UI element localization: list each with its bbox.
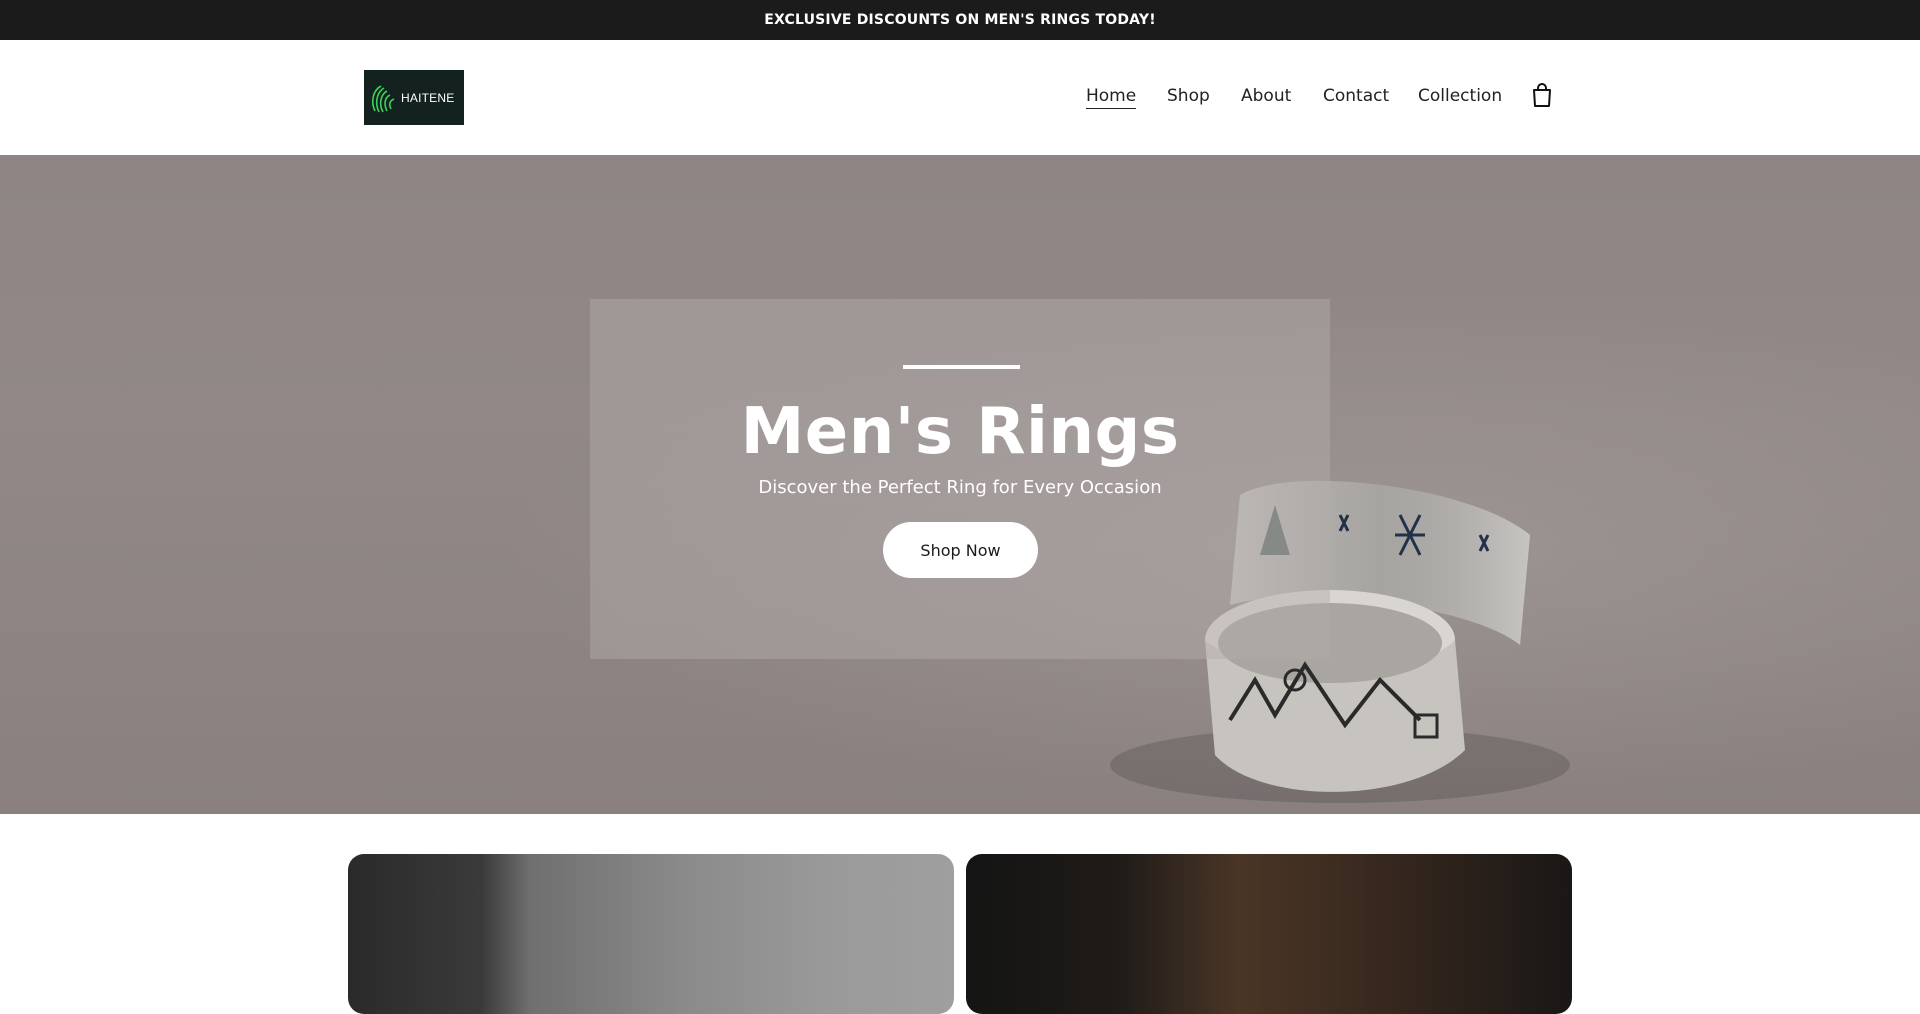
announcement-text: EXCLUSIVE DISCOUNTS ON MEN'S RINGS TODAY…	[764, 12, 1156, 28]
site-header: HAITENE Home Shop About Contact Collecti…	[0, 40, 1920, 155]
nav-item-contact[interactable]: Contact	[1323, 86, 1389, 106]
collection-card[interactable]	[966, 854, 1572, 1014]
nav-item-about[interactable]: About	[1241, 86, 1291, 106]
collection-card[interactable]	[348, 854, 954, 1014]
hero-divider	[903, 365, 1020, 369]
nav-item-home[interactable]: Home	[1086, 86, 1137, 109]
hero-banner: Men's Rings Discover the Perfect Ring fo…	[0, 155, 1920, 814]
nav-item-collection[interactable]: Collection	[1418, 86, 1502, 106]
hero-title: Men's Rings	[740, 395, 1180, 469]
announcement-bar: EXCLUSIVE DISCOUNTS ON MEN'S RINGS TODAY…	[0, 0, 1920, 40]
shopping-bag-icon[interactable]	[1530, 82, 1554, 108]
shop-now-button[interactable]: Shop Now	[883, 522, 1038, 578]
hero-content-panel: Men's Rings Discover the Perfect Ring fo…	[590, 299, 1330, 659]
nav-item-shop[interactable]: Shop	[1167, 86, 1210, 106]
hero-subtitle: Discover the Perfect Ring for Every Occa…	[758, 477, 1162, 498]
main-nav: Home Shop About Contact Collection	[0, 86, 1920, 110]
